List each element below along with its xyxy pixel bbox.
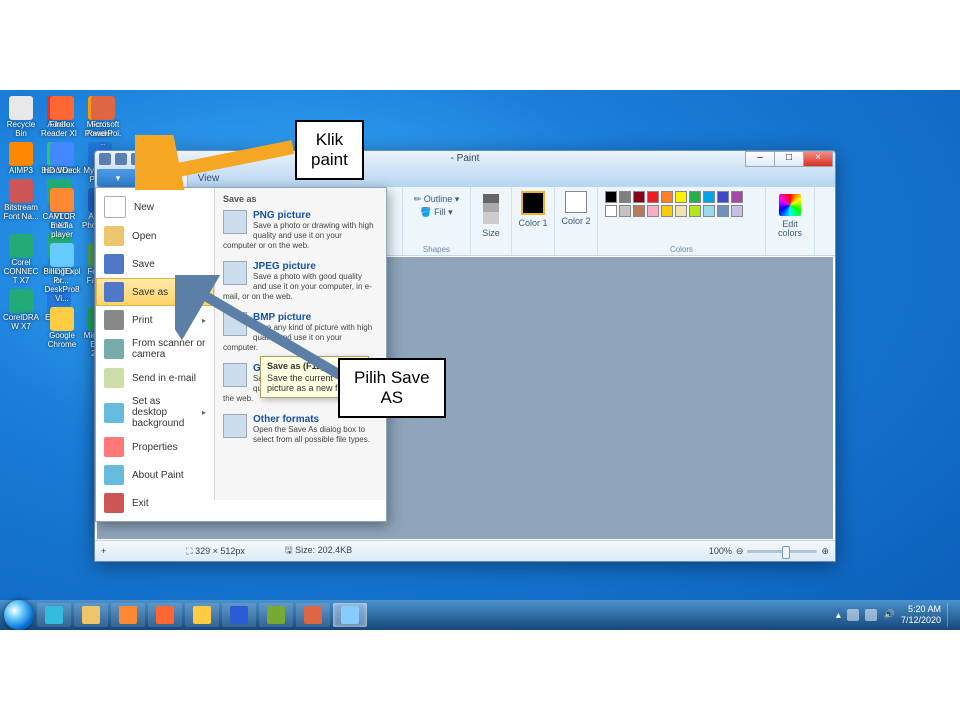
palette-color[interactable] [703,205,715,217]
file-menu-wallpaper[interactable]: Set as desktop background▸ [96,392,214,433]
status-filesize: Size: 202.4KB [295,545,352,555]
taskbar-explorer[interactable] [74,603,108,627]
taskbar-powerpoint[interactable] [296,603,330,627]
annotation-callout-2: Pilih Save AS [338,358,446,418]
palette-color[interactable] [647,205,659,217]
palette-color[interactable] [731,205,743,217]
desktop-icons-col3: Microsoft PowerPoi... [84,94,126,149]
system-tray[interactable]: ▴ 🔊 5:20 AM 7/12/2020 [836,603,956,627]
palette-color[interactable] [689,191,701,203]
fill-dropdown[interactable]: Fill [434,207,446,217]
desktop-icon[interactable]: VLC media player [43,188,81,239]
zoom-in-button[interactable]: ⊕ [821,546,829,557]
file-menu-open[interactable]: Open [96,222,214,250]
zoom-level: 100% [709,546,732,556]
desktop-icon[interactable]: Corel CONNECT X7 [2,234,40,285]
palette-color[interactable] [605,191,617,203]
taskbar: ▴ 🔊 5:20 AM 7/12/2020 [0,600,960,630]
save-as-format-option[interactable]: PNG pictureSave a photo or drawing with … [215,208,385,259]
taskbar-chrome[interactable] [185,603,219,627]
taskbar-ie[interactable] [37,603,71,627]
palette-color[interactable] [717,205,729,217]
zoom-slider[interactable] [747,550,817,553]
taskbar-word[interactable] [222,603,256,627]
taskbar-paint[interactable] [333,603,367,627]
close-button[interactable]: × [803,151,833,167]
save-as-submenu-header: Save as [215,194,385,208]
desktop-icon[interactable]: Google Chrome [43,307,81,349]
annotation-callout-1: Klik paint [295,120,364,180]
size-button[interactable]: Size [477,228,505,238]
tray-flag-icon[interactable] [847,609,859,621]
palette-color[interactable] [647,191,659,203]
status-bar: + ⛶ 329 × 512px 🖫 Size: 202.4KB 100% ⊖ ⊕ [95,540,835,561]
color2-button[interactable]: Color 2 [561,216,591,226]
outline-dropdown[interactable]: Outline [424,194,453,204]
edit-colors-button[interactable]: Edit colors [772,220,808,238]
palette-color[interactable] [633,191,645,203]
palette-color[interactable] [661,191,673,203]
palette-color[interactable] [661,205,673,217]
tray-time[interactable]: 5:20 AM [901,604,941,615]
tray-volume-icon[interactable]: 🔊 [883,609,895,621]
status-pointer: + [101,546,106,556]
tray-date[interactable]: 7/12/2020 [901,615,941,626]
color1-button[interactable]: Color 1 [518,218,548,228]
zoom-out-button[interactable]: ⊖ [736,546,744,557]
desktop-icon[interactable]: Firefox [43,96,81,129]
palette-color[interactable] [717,191,729,203]
arrow-orange-icon [135,135,305,190]
file-menu-about[interactable]: About Paint [96,461,214,489]
palette-color[interactable] [633,205,645,217]
window-title: - Paint [451,153,480,164]
file-menu-button[interactable] [97,169,139,187]
palette-color[interactable] [605,205,617,217]
palette-color[interactable] [619,205,631,217]
file-menu-properties[interactable]: Properties [96,433,214,461]
ribbon-group-label: Colors [598,245,765,254]
maximize-button[interactable]: □ [774,151,804,167]
palette-color[interactable] [675,191,687,203]
palette-color[interactable] [703,191,715,203]
desktop-icon[interactable]: CorelDRAW X7 [2,289,40,331]
desktop-icon[interactable]: HD VDeck [43,142,81,175]
desktop-icon[interactable]: AIMP3 [2,142,40,175]
show-desktop-button[interactable] [947,603,956,627]
palette-color[interactable] [675,205,687,217]
desktop-icon[interactable]: Recycle Bin [2,96,40,138]
desktop-icon[interactable]: Microsoft PowerPoi... [84,96,122,147]
taskbar-firefox[interactable] [148,603,182,627]
save-as-format-option[interactable]: Other formatsOpen the Save As dialog box… [215,412,385,453]
desktop-icon[interactable]: BillingExplor... DeskPro8 Vi... [43,243,81,303]
desktop-wallpaper: Recycle BinAdobe Reader XIAIMP3BandicamB… [0,90,960,630]
color-palette[interactable] [604,190,749,218]
taskbar-onenote[interactable] [259,603,293,627]
ribbon-group-label: Shapes [403,245,470,254]
file-menu-save[interactable]: Save [96,250,214,278]
palette-color[interactable] [619,191,631,203]
minimize-button[interactable]: – [745,151,775,167]
file-menu-exit[interactable]: Exit [96,489,214,517]
arrow-blue-icon [175,275,355,390]
status-dimensions: 329 × 512px [195,546,245,556]
start-button[interactable] [4,600,34,630]
palette-color[interactable] [731,191,743,203]
taskbar-wmp[interactable] [111,603,145,627]
palette-color[interactable] [689,205,701,217]
file-menu-new[interactable]: New [96,192,214,222]
tray-network-icon[interactable] [865,609,877,621]
desktop-icon[interactable]: Bitstream Font Na... [2,179,40,221]
